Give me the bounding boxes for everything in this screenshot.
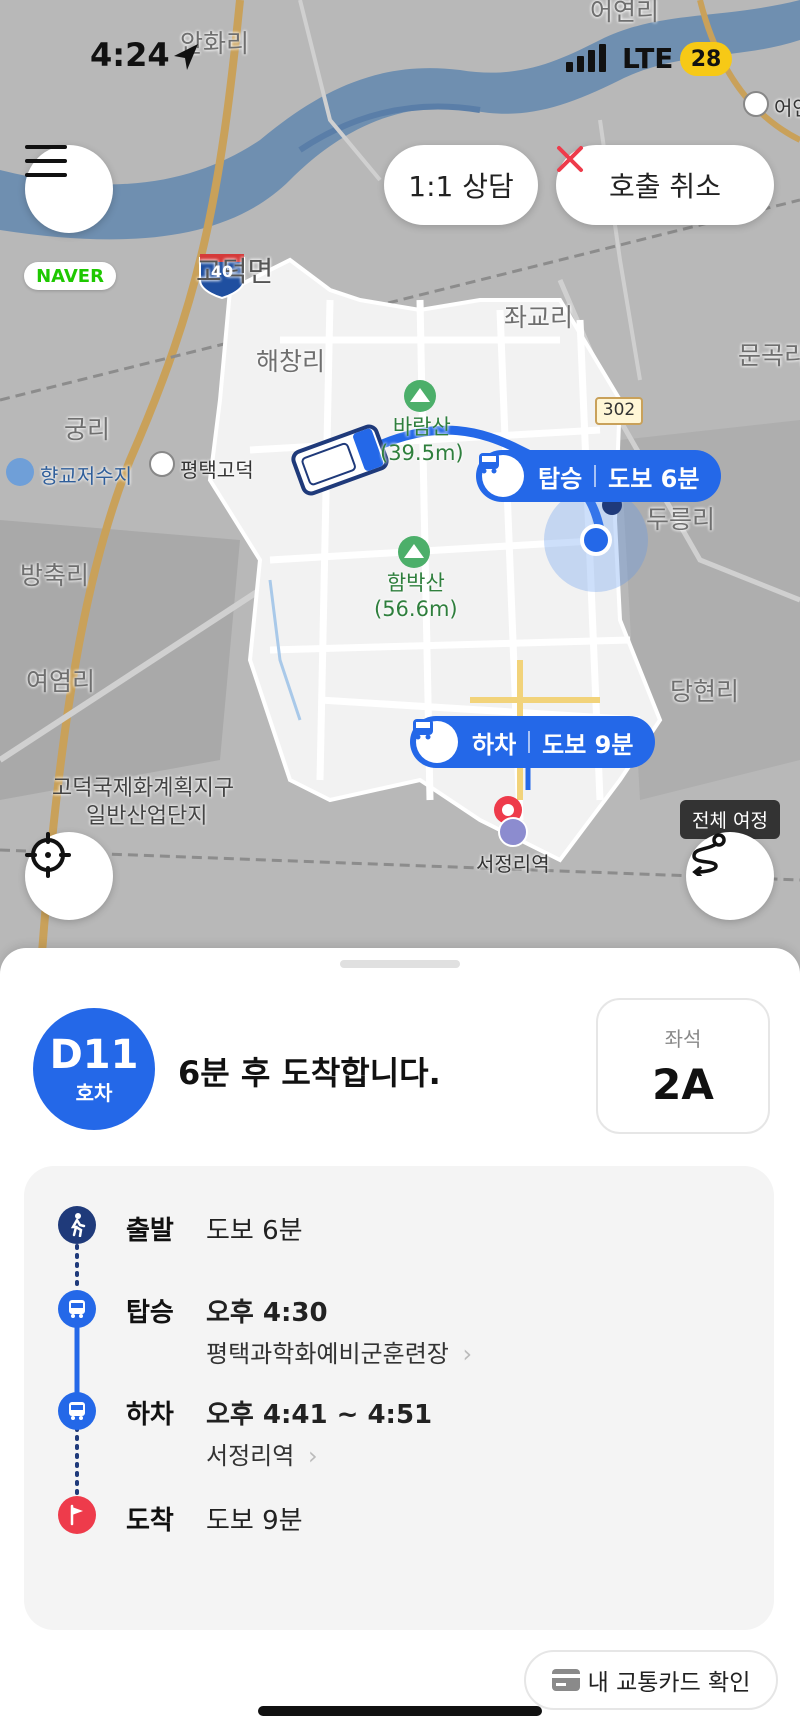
- map-label: 문곡리: [738, 341, 800, 370]
- chevron-right-icon: ›: [307, 1442, 318, 1470]
- bus-icon: [58, 1392, 96, 1430]
- map-label-station: 서정리역: [476, 852, 550, 876]
- seat-label: 좌석: [664, 1027, 702, 1051]
- highway-shield: 40: [210, 262, 234, 281]
- bus-code: D11: [49, 1031, 139, 1078]
- transit-card-label: 내 교통카드 확인: [587, 1670, 751, 1696]
- naver-logo: NAVER: [24, 262, 116, 290]
- card-icon: [551, 1669, 580, 1691]
- chevron-right-icon: ›: [462, 1340, 473, 1368]
- network-label: LTE: [622, 42, 674, 75]
- alight-stop-link[interactable]: 서정리역 ›: [206, 1436, 318, 1471]
- battery-badge: 28: [680, 42, 732, 76]
- map-label: 해창리: [256, 347, 326, 376]
- consult-button[interactable]: 1:1 상담: [384, 145, 538, 225]
- bus-icon: [413, 719, 458, 763]
- map-view[interactable]: 안화리 어연리 고덕면 해창리 좌교리 문곡리 궁리 향교저수지 평택고덕 두릉…: [0, 0, 800, 980]
- bus-icon: [479, 453, 524, 497]
- map-label: 향교저수지: [40, 464, 132, 488]
- bus-unit: 호차: [75, 1080, 113, 1105]
- route-icon: [692, 833, 726, 876]
- alight-bubble[interactable]: 하차 도보 9분: [410, 716, 656, 768]
- alight-stop-name: 서정리역: [206, 1442, 295, 1470]
- map-label: 두릉리: [646, 505, 716, 534]
- step-value: 오후 4:30: [206, 1298, 328, 1328]
- map-label: 일반산업단지: [86, 804, 208, 829]
- map-label: 좌교리: [504, 303, 574, 332]
- alight-bubble-label: 하차: [472, 730, 517, 759]
- board-bubble[interactable]: 탑승 도보 6분: [476, 450, 722, 502]
- separator: [528, 731, 531, 753]
- map-label: 어연: [774, 96, 800, 120]
- step-value: 도보 6분: [206, 1216, 303, 1246]
- map-label: 궁리: [64, 415, 111, 444]
- step-label: 하차: [126, 1400, 174, 1430]
- board-bubble-detail: 도보 6분: [608, 464, 700, 493]
- hamburger-icon: [25, 145, 67, 177]
- transit-card-button[interactable]: 내 교통카드 확인: [524, 1650, 778, 1710]
- route-badge: 302: [602, 400, 636, 420]
- step-label: 도착: [126, 1506, 174, 1536]
- recenter-button[interactable]: [25, 832, 113, 920]
- mountain-label: 바람산 (39.5m): [380, 415, 464, 465]
- map-label: 어연리: [590, 0, 660, 26]
- map-label: 방축리: [20, 561, 90, 590]
- signal-icon: [566, 44, 606, 72]
- cancel-call-button[interactable]: 호출 취소: [556, 145, 774, 225]
- map-label: 평택고덕: [180, 458, 254, 482]
- sheet-handle[interactable]: [340, 960, 460, 968]
- seat-value: 2A: [652, 1060, 714, 1109]
- cancel-call-label: 호출 취소: [609, 170, 721, 203]
- map-label: 당현리: [670, 677, 740, 706]
- boarding-stop-link[interactable]: 평택과학화예비군훈련장 ›: [206, 1334, 472, 1369]
- menu-button[interactable]: [25, 145, 113, 233]
- alight-bubble-detail: 도보 9분: [542, 730, 634, 759]
- step-value: 도보 9분: [206, 1506, 303, 1536]
- location-arrow-icon: [174, 44, 198, 70]
- seat-card: 좌석 2A: [596, 998, 770, 1134]
- full-trip-button[interactable]: [686, 832, 774, 920]
- crosshair-icon: [25, 832, 71, 878]
- itinerary-card: 출발 도보 6분 탑승 오후 4:30 평택과학화예비군훈련장 › 하차 오후 …: [24, 1166, 774, 1630]
- map-label: 여염리: [26, 667, 96, 696]
- close-icon: [557, 146, 583, 172]
- step-label: 탑승: [126, 1298, 174, 1328]
- step-label: 출발: [126, 1216, 174, 1246]
- trip-sheet: D11 호차 6분 후 도착합니다. 좌석 2A 출발 도보 6분 탑승 오후 …: [0, 948, 800, 1734]
- separator: [594, 465, 597, 487]
- boarding-stop-name: 평택과학화예비군훈련장: [206, 1340, 449, 1368]
- status-time: 4:24: [90, 36, 170, 74]
- arrival-message: 6분 후 도착합니다.: [178, 1054, 441, 1092]
- home-indicator[interactable]: [258, 1706, 542, 1716]
- walk-icon: [58, 1206, 96, 1244]
- bus-icon: [58, 1290, 96, 1328]
- bus-badge: D11 호차: [33, 1008, 155, 1130]
- board-bubble-label: 탑승: [538, 464, 583, 493]
- step-value: 오후 4:41 ~ 4:51: [206, 1400, 433, 1430]
- mountain-label: 함박산 (56.6m): [374, 571, 458, 621]
- flag-icon: [58, 1496, 96, 1534]
